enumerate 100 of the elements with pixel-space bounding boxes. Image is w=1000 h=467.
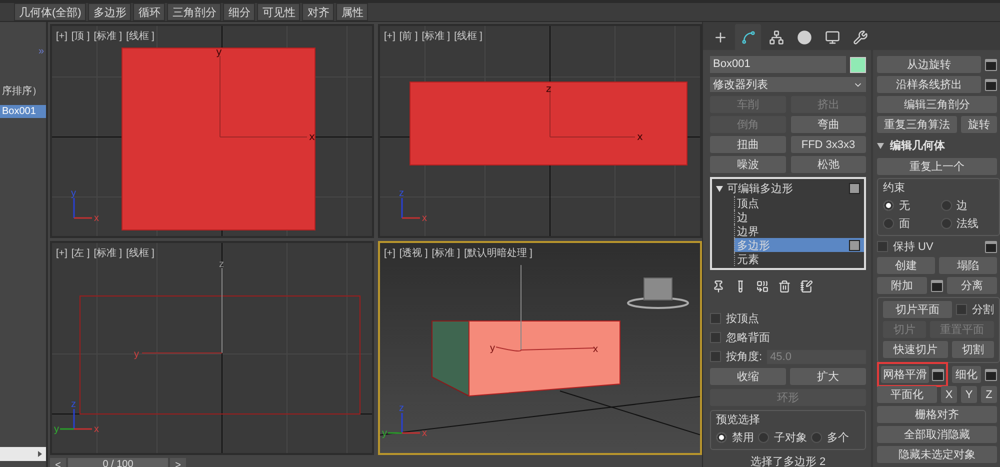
checkbox[interactable] xyxy=(710,313,721,324)
tool-button[interactable]: 隐藏未选定对象 xyxy=(877,446,997,463)
stack-sub-item[interactable]: 顶点 xyxy=(734,196,864,210)
tool-button[interactable]: 旋转 xyxy=(961,116,997,133)
pivot-gizmo-icon xyxy=(496,264,594,352)
tool-button[interactable]: 编辑三角剖分 xyxy=(877,96,997,113)
tool-button[interactable]: 栅格对齐 xyxy=(877,406,997,423)
ribbon-tab[interactable]: 循环 xyxy=(133,3,166,21)
radio-button[interactable] xyxy=(811,432,822,443)
tool-button[interactable]: 重复上一个 xyxy=(877,158,997,175)
stack-sub-item[interactable]: 边 xyxy=(734,210,864,224)
scene-item[interactable]: Box001 xyxy=(0,105,46,118)
tool-button[interactable]: 重复三角算法 xyxy=(877,116,957,133)
tool-button[interactable]: 沿样条线挤出 xyxy=(877,76,981,93)
viewport-menu-label[interactable]: [+] xyxy=(56,29,68,43)
tool-button[interactable]: 切片平面 xyxy=(883,301,952,318)
viewport-menu-label[interactable]: [左 ] xyxy=(71,246,90,260)
color-swatch[interactable] xyxy=(850,56,866,72)
radio-button[interactable] xyxy=(716,432,727,443)
viewport-menu-label[interactable]: [线框 ] xyxy=(126,246,154,260)
settings-button[interactable] xyxy=(985,240,997,252)
tool-button[interactable]: 切割 xyxy=(952,341,994,358)
modifier-button[interactable]: 弯曲 xyxy=(790,116,866,133)
viewport-menu-label[interactable]: [标准 ] xyxy=(94,246,122,260)
radio-button[interactable] xyxy=(883,218,894,229)
tool-button[interactable]: 从边旋转 xyxy=(877,56,981,73)
ribbon-tab[interactable]: 对齐 xyxy=(302,3,334,21)
viewport-menu-label[interactable]: [+] xyxy=(384,246,396,260)
object-name-field[interactable]: Box001 xyxy=(710,56,846,73)
time-slider-thumb[interactable]: 0 / 100 xyxy=(68,458,168,467)
radio-button[interactable] xyxy=(940,218,952,229)
viewport-menu-label[interactable]: [前 ] xyxy=(399,29,418,43)
next-frame-button[interactable]: > xyxy=(170,458,186,467)
modifier-button[interactable]: 噪波 xyxy=(710,156,786,173)
ribbon-tab[interactable]: 细分 xyxy=(223,3,256,21)
explorer-field[interactable] xyxy=(0,447,46,461)
panel-tab[interactable] xyxy=(735,24,761,50)
checkbox[interactable] xyxy=(956,304,967,315)
viewport[interactable]: [+] [左 ] [标准 ] [线框 ] z y z y x xyxy=(50,241,374,455)
ribbon-tab[interactable]: 可见性 xyxy=(257,3,300,21)
settings-button[interactable] xyxy=(985,78,997,90)
previous-frame-button[interactable]: < xyxy=(50,458,66,467)
viewport-menu-label[interactable]: [+] xyxy=(56,246,68,260)
checkbox[interactable] xyxy=(710,332,721,343)
viewport-menu-label[interactable]: [标准 ] xyxy=(94,29,122,43)
notepad-icon[interactable] xyxy=(800,280,813,293)
modifier-button[interactable]: 扭曲 xyxy=(710,136,786,153)
axis-label: x xyxy=(94,213,99,224)
viewport-menu-label[interactable]: [顶 ] xyxy=(71,29,90,43)
viewport-menu-label[interactable]: [标准 ] xyxy=(432,246,460,260)
tool-button[interactable]: 全部取消隐藏 xyxy=(877,426,997,443)
viewport-menu-label[interactable]: [标准 ] xyxy=(422,29,450,43)
tool-button[interactable]: 分离 xyxy=(947,277,997,294)
tool-button[interactable]: 网格平滑 xyxy=(881,366,929,383)
tool-button[interactable]: 塌陷 xyxy=(939,257,997,274)
ribbon-tab[interactable]: 多边形 xyxy=(88,3,132,21)
modifier-list-dropdown[interactable]: 修改器列表 xyxy=(710,77,866,92)
checkbox[interactable] xyxy=(710,351,721,362)
scene-item[interactable]: 序排序） xyxy=(0,83,46,99)
viewport-menu-label[interactable]: [+] xyxy=(384,29,396,43)
settings-button[interactable] xyxy=(932,368,944,380)
square-icon xyxy=(849,183,860,194)
tool-button[interactable]: 快速切片 xyxy=(883,341,948,358)
viewport[interactable]: [+] [前 ] [标准 ] [线框 ] z x z x xyxy=(378,24,702,238)
viewport[interactable]: [+] [顶 ] [标准 ] [线框 ] y x y x xyxy=(50,24,374,238)
stack-item[interactable]: 可编辑多边形 xyxy=(727,181,845,196)
viewport-menu-label[interactable]: [透视 ] xyxy=(399,246,428,260)
pin-icon[interactable] xyxy=(712,280,725,293)
radio-button[interactable] xyxy=(758,432,769,443)
trash-icon[interactable] xyxy=(778,280,791,293)
axis-button[interactable]: Y xyxy=(961,386,977,403)
settings-button[interactable] xyxy=(985,58,997,70)
radio-button[interactable] xyxy=(883,200,894,211)
selection-button[interactable]: 收缩 xyxy=(710,368,786,385)
rollout-header[interactable]: 编辑几何体 xyxy=(877,136,1000,155)
stack-sub-item[interactable]: 元素 xyxy=(734,252,864,266)
ribbon-tab[interactable]: 三角剖分 xyxy=(167,3,222,21)
axis-button[interactable]: Z xyxy=(981,386,997,403)
axis-label: y xyxy=(134,349,139,360)
tool-button[interactable]: 附加 xyxy=(877,277,927,294)
selection-button[interactable]: 扩大 xyxy=(790,368,866,385)
ribbon-tab[interactable]: 属性 xyxy=(336,3,368,21)
viewport-menu-label[interactable]: [线框 ] xyxy=(454,29,482,43)
tool-button[interactable]: 平面化 xyxy=(877,386,937,403)
tool-button[interactable]: 创建 xyxy=(877,257,935,274)
axis-label: y xyxy=(216,47,222,58)
tool-button[interactable]: 细化 xyxy=(952,366,981,383)
modifier-button[interactable]: 松弛 xyxy=(790,156,866,173)
modifier-button[interactable]: FFD 3x3x3 xyxy=(790,136,866,153)
settings-button[interactable] xyxy=(931,280,943,292)
viewport[interactable]: [+] [透视 ] [标准 ] [默认明暗处理 ] y x z y x xyxy=(378,241,702,455)
axis-tripod-icon xyxy=(401,198,420,219)
settings-button[interactable] xyxy=(985,368,997,380)
expand-arrow-icon[interactable] xyxy=(716,186,723,192)
viewport-menu-label[interactable]: [默认明暗处理 ] xyxy=(464,246,532,260)
axis-button[interactable]: X xyxy=(941,386,957,403)
radio-button[interactable] xyxy=(940,200,952,211)
checkbox[interactable] xyxy=(877,241,888,252)
ribbon-tab[interactable]: 几何体(全部) xyxy=(14,3,86,21)
viewport-menu-label[interactable]: [线框 ] xyxy=(126,29,154,43)
